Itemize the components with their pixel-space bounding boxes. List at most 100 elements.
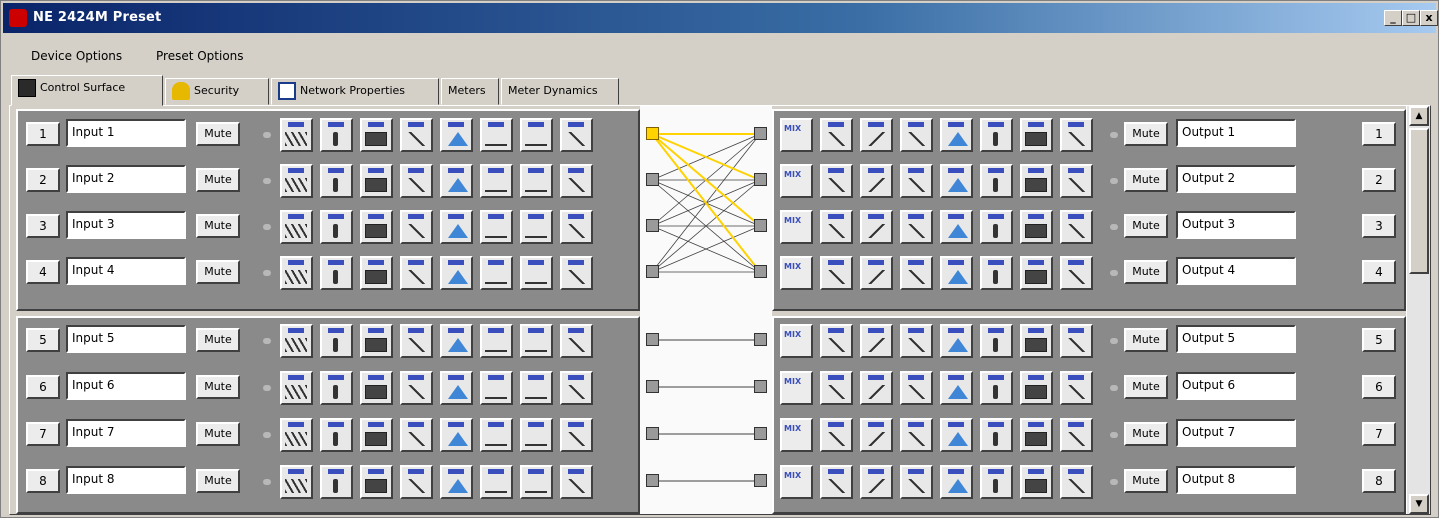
- peq-module-button[interactable]: [280, 210, 313, 244]
- meter-module-button[interactable]: [360, 371, 393, 405]
- input-mute-button[interactable]: Mute: [196, 469, 240, 493]
- output-route-node[interactable]: [754, 219, 767, 232]
- peq-module-button[interactable]: [280, 256, 313, 290]
- output-number-button[interactable]: 3: [1362, 214, 1396, 238]
- output-number-button[interactable]: 8: [1362, 469, 1396, 493]
- output-number-button[interactable]: 1: [1362, 122, 1396, 146]
- input-mute-button[interactable]: Mute: [196, 328, 240, 352]
- gate-module-button[interactable]: [480, 418, 513, 452]
- meter-module-button[interactable]: [1020, 256, 1053, 290]
- input-name-field[interactable]: Input 4: [66, 257, 186, 285]
- eq-module-button[interactable]: [440, 324, 473, 358]
- hpf-module-button[interactable]: [820, 164, 853, 198]
- tab-network-properties[interactable]: Network Properties: [271, 78, 439, 105]
- input-mute-button[interactable]: Mute: [196, 260, 240, 284]
- gain-module-button[interactable]: [320, 324, 353, 358]
- gate-module-button[interactable]: [480, 118, 513, 152]
- hpf-module-button[interactable]: [820, 256, 853, 290]
- delay-module-button[interactable]: [900, 371, 933, 405]
- gain-module-button[interactable]: [320, 118, 353, 152]
- input-number-button[interactable]: 1: [26, 122, 60, 146]
- delay-module-button[interactable]: [400, 118, 433, 152]
- noise-module-button[interactable]: [560, 324, 593, 358]
- eq-module-button[interactable]: [440, 210, 473, 244]
- eq-module-button[interactable]: [440, 164, 473, 198]
- input-route-node[interactable]: [646, 333, 659, 346]
- output-mute-button[interactable]: Mute: [1124, 422, 1168, 446]
- meter-module-button[interactable]: [1020, 324, 1053, 358]
- eq-module-button[interactable]: [440, 371, 473, 405]
- tab-security[interactable]: Security: [165, 78, 269, 105]
- output-route-node[interactable]: [754, 265, 767, 278]
- output-number-button[interactable]: 5: [1362, 328, 1396, 352]
- limiter-module-button[interactable]: [1060, 164, 1093, 198]
- delay-module-button[interactable]: [400, 210, 433, 244]
- output-route-node[interactable]: [754, 333, 767, 346]
- eq-module-button[interactable]: [940, 371, 973, 405]
- input-route-node[interactable]: [646, 265, 659, 278]
- hpf-module-button[interactable]: [820, 418, 853, 452]
- output-route-node[interactable]: [754, 173, 767, 186]
- eq-module-button[interactable]: [940, 465, 973, 499]
- limiter-module-button[interactable]: [1060, 465, 1093, 499]
- tab-meter-dynamics[interactable]: Meter Dynamics: [501, 78, 619, 105]
- output-route-node[interactable]: [754, 380, 767, 393]
- eq-module-button[interactable]: [940, 164, 973, 198]
- input-number-button[interactable]: 3: [26, 214, 60, 238]
- peq-module-button[interactable]: [280, 418, 313, 452]
- eq-module-button[interactable]: [440, 465, 473, 499]
- output-name-field[interactable]: Output 1: [1176, 119, 1296, 147]
- meter-module-button[interactable]: [360, 164, 393, 198]
- meter-module-button[interactable]: [1020, 164, 1053, 198]
- input-number-button[interactable]: 5: [26, 328, 60, 352]
- hpf-module-button[interactable]: [820, 324, 853, 358]
- noise-module-button[interactable]: [560, 465, 593, 499]
- eq-module-button[interactable]: [440, 418, 473, 452]
- input-route-node[interactable]: [646, 127, 659, 140]
- output-number-button[interactable]: 4: [1362, 260, 1396, 284]
- title-bar[interactable]: NE 2424M Preset _ □ x: [3, 3, 1438, 33]
- gate-module-button[interactable]: [480, 371, 513, 405]
- output-name-field[interactable]: Output 8: [1176, 466, 1296, 494]
- noise-module-button[interactable]: [560, 210, 593, 244]
- noise-module-button[interactable]: [560, 418, 593, 452]
- input-route-node[interactable]: [646, 173, 659, 186]
- delay-module-button[interactable]: [400, 418, 433, 452]
- mix-module-button[interactable]: MIX: [780, 371, 813, 405]
- output-name-field[interactable]: Output 5: [1176, 325, 1296, 353]
- hpf-module-button[interactable]: [820, 210, 853, 244]
- meter-module-button[interactable]: [360, 465, 393, 499]
- level-module-button[interactable]: [520, 465, 553, 499]
- meter-module-button[interactable]: [360, 324, 393, 358]
- level-module-button[interactable]: [520, 324, 553, 358]
- meter-module-button[interactable]: [1020, 371, 1053, 405]
- delay-module-button[interactable]: [900, 210, 933, 244]
- input-name-field[interactable]: Input 3: [66, 211, 186, 239]
- gain-module-button[interactable]: [980, 324, 1013, 358]
- level-module-button[interactable]: [520, 210, 553, 244]
- output-name-field[interactable]: Output 2: [1176, 165, 1296, 193]
- gain-module-button[interactable]: [980, 371, 1013, 405]
- noise-module-button[interactable]: [560, 256, 593, 290]
- delay-module-button[interactable]: [400, 164, 433, 198]
- meter-module-button[interactable]: [1020, 210, 1053, 244]
- peq-module-button[interactable]: [280, 371, 313, 405]
- noise-module-button[interactable]: [560, 371, 593, 405]
- level-module-button[interactable]: [520, 418, 553, 452]
- gate-module-button[interactable]: [480, 256, 513, 290]
- input-route-node[interactable]: [646, 219, 659, 232]
- delay-module-button[interactable]: [900, 465, 933, 499]
- output-name-field[interactable]: Output 3: [1176, 211, 1296, 239]
- input-name-field[interactable]: Input 7: [66, 419, 186, 447]
- level-module-button[interactable]: [520, 164, 553, 198]
- mix-module-button[interactable]: MIX: [780, 164, 813, 198]
- output-route-node[interactable]: [754, 474, 767, 487]
- limiter-module-button[interactable]: [1060, 118, 1093, 152]
- delay-module-button[interactable]: [900, 418, 933, 452]
- input-number-button[interactable]: 2: [26, 168, 60, 192]
- output-number-button[interactable]: 7: [1362, 422, 1396, 446]
- level-module-button[interactable]: [520, 118, 553, 152]
- vertical-scrollbar[interactable]: ▲ ▼: [1406, 106, 1430, 514]
- mix-module-button[interactable]: MIX: [780, 465, 813, 499]
- lpf-module-button[interactable]: [860, 418, 893, 452]
